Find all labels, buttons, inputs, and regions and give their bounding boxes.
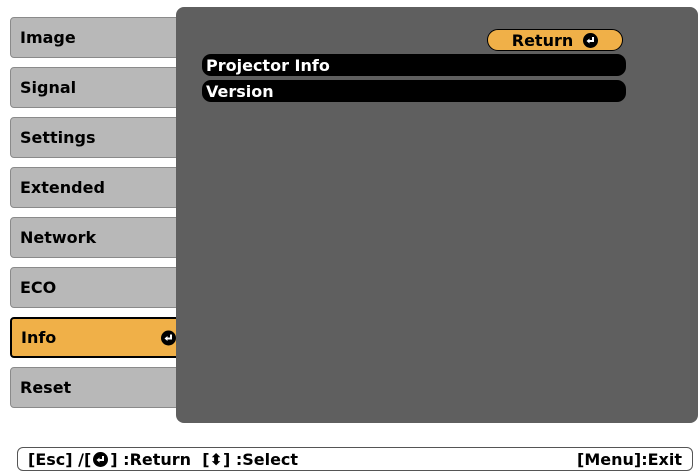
return-button-label: Return [511, 30, 574, 50]
enter-icon [161, 330, 176, 345]
sidebar-item-label: Info [21, 328, 57, 347]
esc-hint: [Esc] /[ [28, 449, 92, 469]
sidebar-item-label: Network [20, 228, 97, 247]
menu-item-label: Version [206, 81, 274, 101]
help-bar: [Esc] /[ ] :Return [ ⬍ ] :Select [Menu]:… [17, 447, 693, 471]
menu-item-version[interactable]: Version [202, 80, 626, 102]
sidebar-item-label: Reset [20, 378, 72, 397]
sidebar-item-reset[interactable]: Reset [10, 367, 186, 408]
enter-icon [583, 32, 599, 48]
sidebar-item-label: Signal [20, 78, 77, 97]
exit-hint: [Menu]:Exit [577, 449, 682, 469]
menu-item-label: Projector Info [206, 55, 330, 75]
sidebar-item-eco[interactable]: ECO [10, 267, 186, 308]
return-button[interactable]: Return [487, 29, 623, 51]
select-hint: ] :Select [222, 449, 299, 469]
sidebar-item-settings[interactable]: Settings [10, 117, 186, 158]
sidebar-item-image[interactable]: Image [10, 17, 186, 58]
menu-item-projector-info[interactable]: Projector Info [202, 54, 626, 76]
sidebar-item-label: Settings [20, 128, 96, 147]
sidebar-item-label: ECO [20, 278, 57, 297]
sidebar-item-extended[interactable]: Extended [10, 167, 186, 208]
sidebar-item-network[interactable]: Network [10, 217, 186, 258]
return-hint: ] :Return [ [110, 449, 210, 469]
updown-arrow-icon: ⬍ [209, 449, 223, 469]
enter-icon [93, 451, 109, 467]
sidebar-item-signal[interactable]: Signal [10, 67, 186, 108]
sidebar-item-label: Image [20, 28, 76, 47]
sidebar-item-label: Extended [20, 178, 105, 197]
sidebar-item-info[interactable]: Info [10, 317, 186, 358]
